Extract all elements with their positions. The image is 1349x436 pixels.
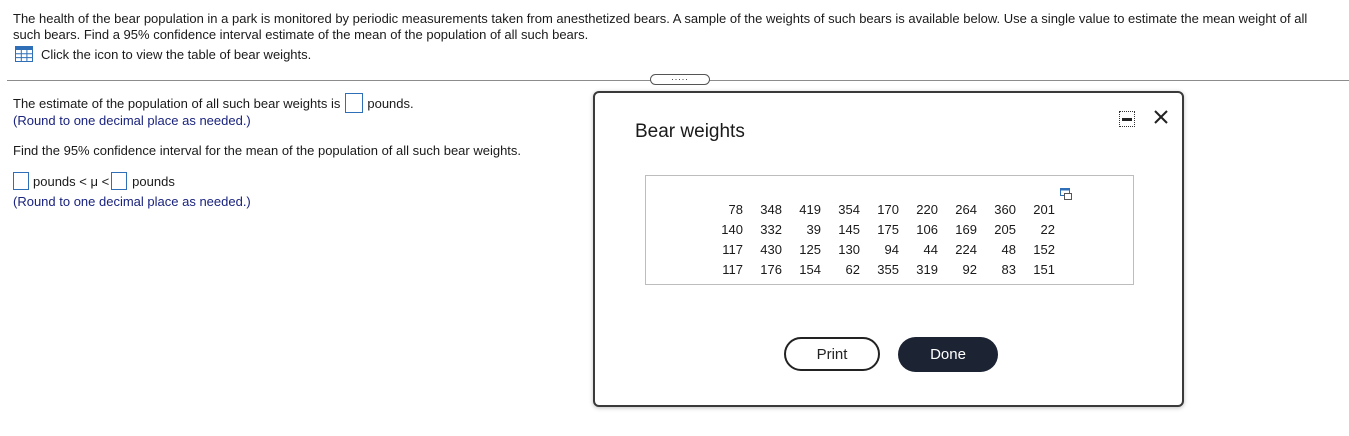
table-cell: 169 (955, 221, 977, 237)
table-cell: 264 (955, 201, 977, 217)
table-cell: 419 (799, 201, 821, 217)
table-cell: 348 (760, 201, 782, 217)
table-cell: 78 (728, 201, 743, 217)
interval-middle-text: pounds < μ < (33, 173, 110, 189)
table-cell: 140 (721, 221, 743, 237)
table-cell: 220 (916, 201, 938, 217)
view-table-link-text[interactable]: Click the icon to view the table of bear… (41, 47, 311, 62)
weights-table-box: 78 348 419 354 170 220 264 360 201 140 332 39 145 175… (645, 175, 1134, 285)
part1-suffix: pounds. (367, 95, 414, 111)
table-cell: 117 (722, 261, 743, 277)
upper-bound-box[interactable] (111, 172, 128, 190)
table-cell: 201 (1033, 201, 1055, 217)
table-row: 117 430 125 130 94 44 224 48 152 (714, 239, 1055, 259)
table-cell: 94 (884, 241, 899, 257)
page: The health of the bear population in a p… (0, 0, 1349, 436)
table-cell: 62 (845, 261, 860, 277)
table-grid-icon[interactable] (15, 46, 33, 62)
interval-suffix: pounds (132, 173, 175, 189)
close-icon[interactable] (1151, 107, 1171, 127)
part1-prefix: The estimate of the population of all su… (13, 95, 341, 111)
table-cell: 117 (722, 241, 743, 257)
copy-icon[interactable] (1060, 188, 1072, 200)
divider-drag-handle[interactable]: ..... (650, 73, 710, 85)
table-row: 117 176 154 62 355 319 92 83 151 (714, 259, 1055, 279)
table-cell: 354 (838, 201, 860, 217)
table-row: 78 348 419 354 170 220 264 360 201 (714, 199, 1055, 219)
part2-hint: (Round to one decimal place as needed.) (13, 194, 251, 209)
minimize-icon[interactable] (1119, 111, 1135, 127)
table-cell: 145 (838, 221, 860, 237)
table-cell: 355 (877, 261, 899, 277)
table-cell: 360 (994, 201, 1016, 217)
part2-interval-line: pounds < μ < pounds (13, 172, 175, 190)
table-cell: 106 (916, 221, 938, 237)
table-cell: 130 (838, 241, 860, 257)
table-cell: 152 (1033, 241, 1055, 257)
table-cell: 205 (994, 221, 1016, 237)
table-cell: 224 (955, 241, 977, 257)
table-cell: 170 (877, 201, 899, 217)
table-cell: 83 (1001, 261, 1016, 277)
table-cell: 39 (806, 221, 821, 237)
question-text: The health of the bear population in a p… (13, 11, 1308, 42)
table-cell: 430 (760, 241, 782, 257)
table-cell: 319 (916, 261, 938, 277)
print-button[interactable]: Print (784, 337, 880, 371)
part2-prompt: Find the 95% confidence interval for the… (13, 143, 522, 158)
table-cell: 125 (799, 241, 821, 257)
lower-bound-box[interactable] (13, 172, 29, 190)
table-cell: 92 (962, 261, 977, 277)
view-table-link[interactable]: Click the icon to view the table of bear… (15, 46, 311, 62)
dialog-title: Bear weights (635, 121, 745, 142)
done-button[interactable]: Done (898, 337, 998, 372)
table-cell: 22 (1040, 221, 1055, 237)
bear-weights-dialog: Bear weights 78 348 419 354 170 220 264 360 201 1… (593, 91, 1184, 407)
weights-table: 78 348 419 354 170 220 264 360 201 140 332 39 145 175… (714, 199, 1055, 279)
table-cell: 332 (760, 221, 782, 237)
table-row: 140 332 39 145 175 106 169 205 22 (714, 219, 1055, 239)
table-cell: 151 (1033, 261, 1055, 277)
table-cell: 44 (923, 241, 938, 257)
table-cell: 154 (799, 261, 821, 277)
part1-hint: (Round to one decimal place as needed.) (13, 113, 251, 128)
table-cell: 175 (877, 221, 899, 237)
part1-line: The estimate of the population of all su… (13, 93, 414, 113)
table-cell: 176 (760, 261, 782, 277)
estimate-answer-box[interactable] (345, 93, 364, 113)
table-cell: 48 (1001, 241, 1016, 257)
